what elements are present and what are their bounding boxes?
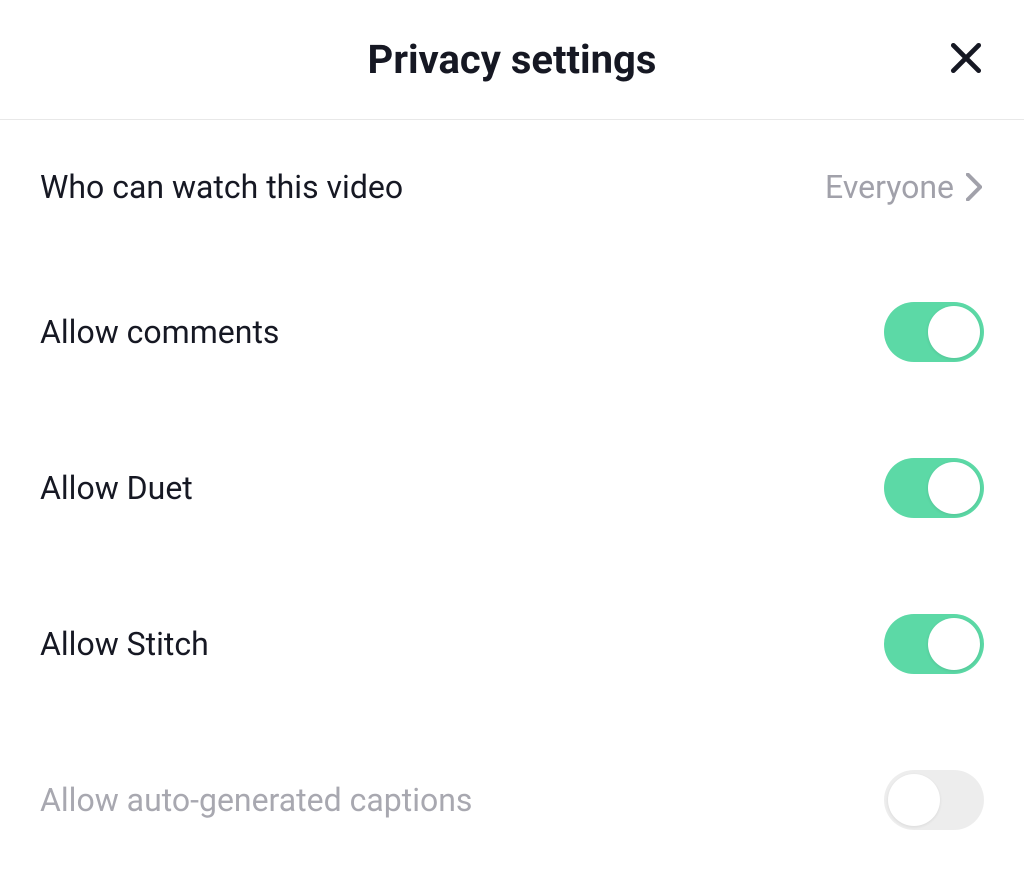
setting-label: Allow auto-generated captions: [40, 781, 472, 819]
chevron-right-icon: [964, 177, 984, 197]
settings-list: Who can watch this video Everyone Allow …: [0, 120, 1024, 878]
setting-value: Everyone: [825, 168, 954, 206]
close-icon: [947, 39, 985, 80]
page-title: Privacy settings: [368, 36, 657, 83]
toggle-allow-stitch[interactable]: [884, 614, 984, 674]
modal-header: Privacy settings: [0, 0, 1024, 120]
setting-label: Allow comments: [40, 313, 279, 351]
setting-allow-comments: Allow comments: [40, 254, 984, 410]
toggle-allow-comments[interactable]: [884, 302, 984, 362]
setting-label: Allow Stitch: [40, 625, 209, 663]
setting-allow-captions: Allow auto-generated captions: [40, 722, 984, 878]
toggle-allow-duet[interactable]: [884, 458, 984, 518]
setting-allow-stitch: Allow Stitch: [40, 566, 984, 722]
toggle-knob: [888, 774, 940, 826]
close-button[interactable]: [944, 38, 988, 82]
setting-label: Allow Duet: [40, 469, 193, 507]
toggle-knob: [928, 306, 980, 358]
setting-who-can-watch[interactable]: Who can watch this video Everyone: [40, 120, 984, 254]
toggle-knob: [928, 462, 980, 514]
setting-allow-duet: Allow Duet: [40, 410, 984, 566]
setting-label: Who can watch this video: [40, 168, 403, 206]
toggle-allow-captions[interactable]: [884, 770, 984, 830]
setting-value-link[interactable]: Everyone: [825, 168, 984, 206]
toggle-knob: [928, 618, 980, 670]
